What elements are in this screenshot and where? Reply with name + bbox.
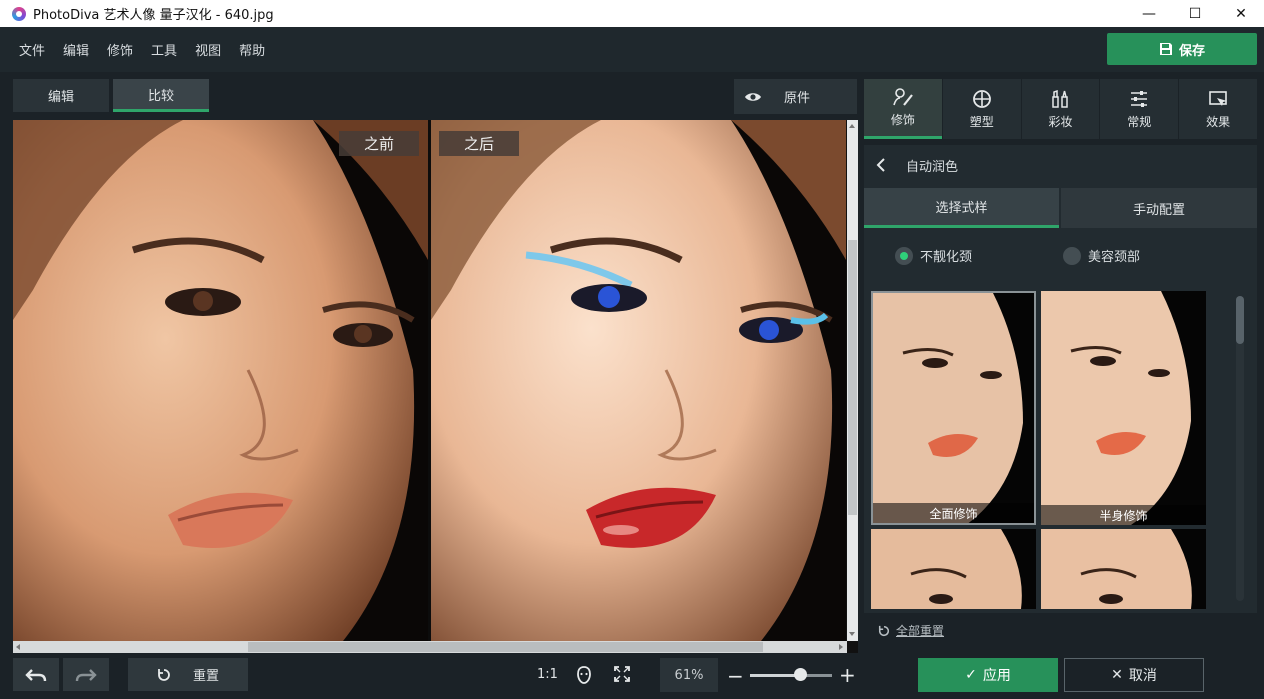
tab-shape-label: 塑型 (969, 114, 994, 129)
tab-effects[interactable]: 效果 (1179, 79, 1257, 139)
compare-viewer[interactable]: 之前 之后 (13, 120, 858, 653)
cancel-label: 取消 (1128, 668, 1157, 684)
before-photo: 之前 (13, 120, 428, 641)
preset-half-retouch-label: 半身修饰 (1041, 505, 1206, 525)
maximize-button[interactable]: ☐ (1172, 0, 1218, 27)
undo-button[interactable] (13, 658, 59, 691)
reset-icon (158, 668, 170, 681)
undo-icon (25, 668, 47, 681)
preset-thumbnail-3[interactable] (871, 529, 1036, 609)
tab-effects-label: 效果 (1206, 114, 1231, 129)
save-icon (1159, 43, 1172, 55)
panel-title: 自动润色 (906, 159, 959, 175)
cancel-button[interactable]: ✕ 取消 (1064, 658, 1204, 692)
redo-button[interactable] (63, 658, 109, 691)
before-label: 之前 (339, 131, 419, 156)
close-button[interactable]: ✕ (1218, 0, 1264, 27)
tab-edit[interactable]: 编辑 (13, 79, 109, 112)
actual-size-button[interactable]: 1:1 (537, 667, 558, 682)
reset-button[interactable]: 重置 (128, 658, 248, 691)
original-toggle-button[interactable]: 原件 (734, 79, 857, 114)
save-button[interactable]: 保存 (1107, 33, 1257, 65)
window-title: PhotoDiva 艺术人像 量子汉化 - 640.jpg (33, 8, 274, 23)
menu-edit[interactable]: 编辑 (54, 40, 98, 59)
save-label: 保存 (1178, 43, 1205, 59)
menu-bar: 文件 编辑 修饰 工具 视图 帮助 保存 (0, 27, 1264, 72)
tab-makeup[interactable]: 彩妆 (1021, 79, 1100, 139)
zoom-slider-handle[interactable] (794, 668, 807, 681)
menu-retouch[interactable]: 修饰 (98, 40, 142, 59)
tab-general-label: 常规 (1127, 114, 1152, 129)
preset-full-retouch-label: 全面修饰 (873, 503, 1034, 523)
eye-icon (745, 92, 761, 101)
fit-screen-icon[interactable] (614, 666, 630, 682)
preset-3-image (871, 529, 1036, 609)
viewer-vertical-scrollbar[interactable] (847, 120, 858, 641)
presets-scrollbar[interactable] (1236, 296, 1244, 601)
presets-scrollbar-thumb[interactable] (1236, 296, 1244, 344)
main-menu: 文件 编辑 修饰 工具 视图 帮助 (10, 27, 274, 72)
zoom-out-button[interactable]: − (727, 664, 744, 688)
zoom-slider[interactable] (750, 674, 832, 677)
menu-file[interactable]: 文件 (10, 40, 54, 59)
zoom-value[interactable]: 61% (660, 658, 718, 692)
back-arrow-icon[interactable] (876, 157, 886, 173)
tab-general[interactable]: 常规 (1100, 79, 1179, 139)
check-icon: ✓ (965, 667, 977, 683)
viewer-vertical-thumb[interactable] (848, 240, 857, 515)
tab-manual-config[interactable]: 手动配置 (1061, 188, 1257, 228)
title-bar: PhotoDiva 艺术人像 量子汉化 - 640.jpg — ☐ ✕ (0, 0, 1264, 27)
reset-all-label: 全部重置 (896, 624, 945, 638)
reset-all-link[interactable]: 全部重置 (878, 622, 944, 639)
tab-shape[interactable]: 塑型 (942, 79, 1021, 139)
retouch-icon (893, 88, 913, 106)
preset-full-retouch[interactable]: 全面修饰 (871, 291, 1036, 525)
menu-help[interactable]: 帮助 (230, 40, 274, 59)
radio-no-neck-label: 不靓化颈 (920, 250, 973, 265)
zoom-in-button[interactable]: + (839, 663, 856, 687)
radio-neck[interactable]: 美容颈部 (1063, 246, 1140, 265)
preset-full-retouch-image (873, 293, 1034, 523)
tab-makeup-label: 彩妆 (1048, 114, 1073, 129)
preset-thumbnail-4[interactable] (1041, 529, 1206, 609)
app-logo-icon (12, 6, 26, 21)
sliders-icon (1131, 90, 1148, 107)
panel-header: 自动润色 (864, 145, 1257, 185)
radio-neck-dot (1063, 246, 1081, 265)
x-icon: ✕ (1111, 667, 1123, 683)
reset-label: 重置 (192, 669, 219, 684)
redo-icon (75, 668, 97, 681)
radio-neck-label: 美容颈部 (1088, 250, 1141, 265)
zoom-slider-fill (750, 674, 800, 677)
menu-tools[interactable]: 工具 (142, 40, 186, 59)
preset-half-retouch-image (1041, 291, 1206, 525)
tab-compare[interactable]: 比较 (113, 79, 209, 112)
minimize-button[interactable]: — (1126, 0, 1172, 27)
window-controls: — ☐ ✕ (1126, 0, 1264, 27)
reset-all-icon (878, 625, 890, 636)
viewer-horizontal-thumb[interactable] (248, 642, 763, 652)
shape-icon (972, 89, 991, 108)
tool-tabs: 修饰 塑型 彩妆 常规 效果 (864, 79, 1257, 139)
tab-retouch-label: 修饰 (890, 113, 915, 127)
after-label: 之后 (439, 131, 519, 156)
tab-choose-style[interactable]: 选择式样 (864, 188, 1059, 228)
apply-label: 应用 (982, 668, 1011, 684)
after-photo: 之后 (431, 120, 846, 641)
tab-retouch[interactable]: 修饰 (864, 79, 942, 139)
effects-icon (1209, 90, 1228, 106)
apply-button[interactable]: ✓ 应用 (918, 658, 1058, 692)
original-label: 原件 (784, 91, 811, 106)
portrait-after-image (431, 120, 846, 641)
menu-view[interactable]: 视图 (186, 40, 230, 59)
face-detect-icon[interactable] (576, 666, 592, 684)
makeup-icon (1052, 89, 1069, 108)
radio-no-neck[interactable]: 不靓化颈 (895, 246, 972, 265)
radio-no-neck-dot (895, 246, 913, 265)
preset-4-image (1041, 529, 1206, 609)
preset-half-retouch[interactable]: 半身修饰 (1041, 291, 1206, 525)
portrait-before-image (13, 120, 428, 641)
viewer-horizontal-scrollbar[interactable] (13, 641, 847, 653)
